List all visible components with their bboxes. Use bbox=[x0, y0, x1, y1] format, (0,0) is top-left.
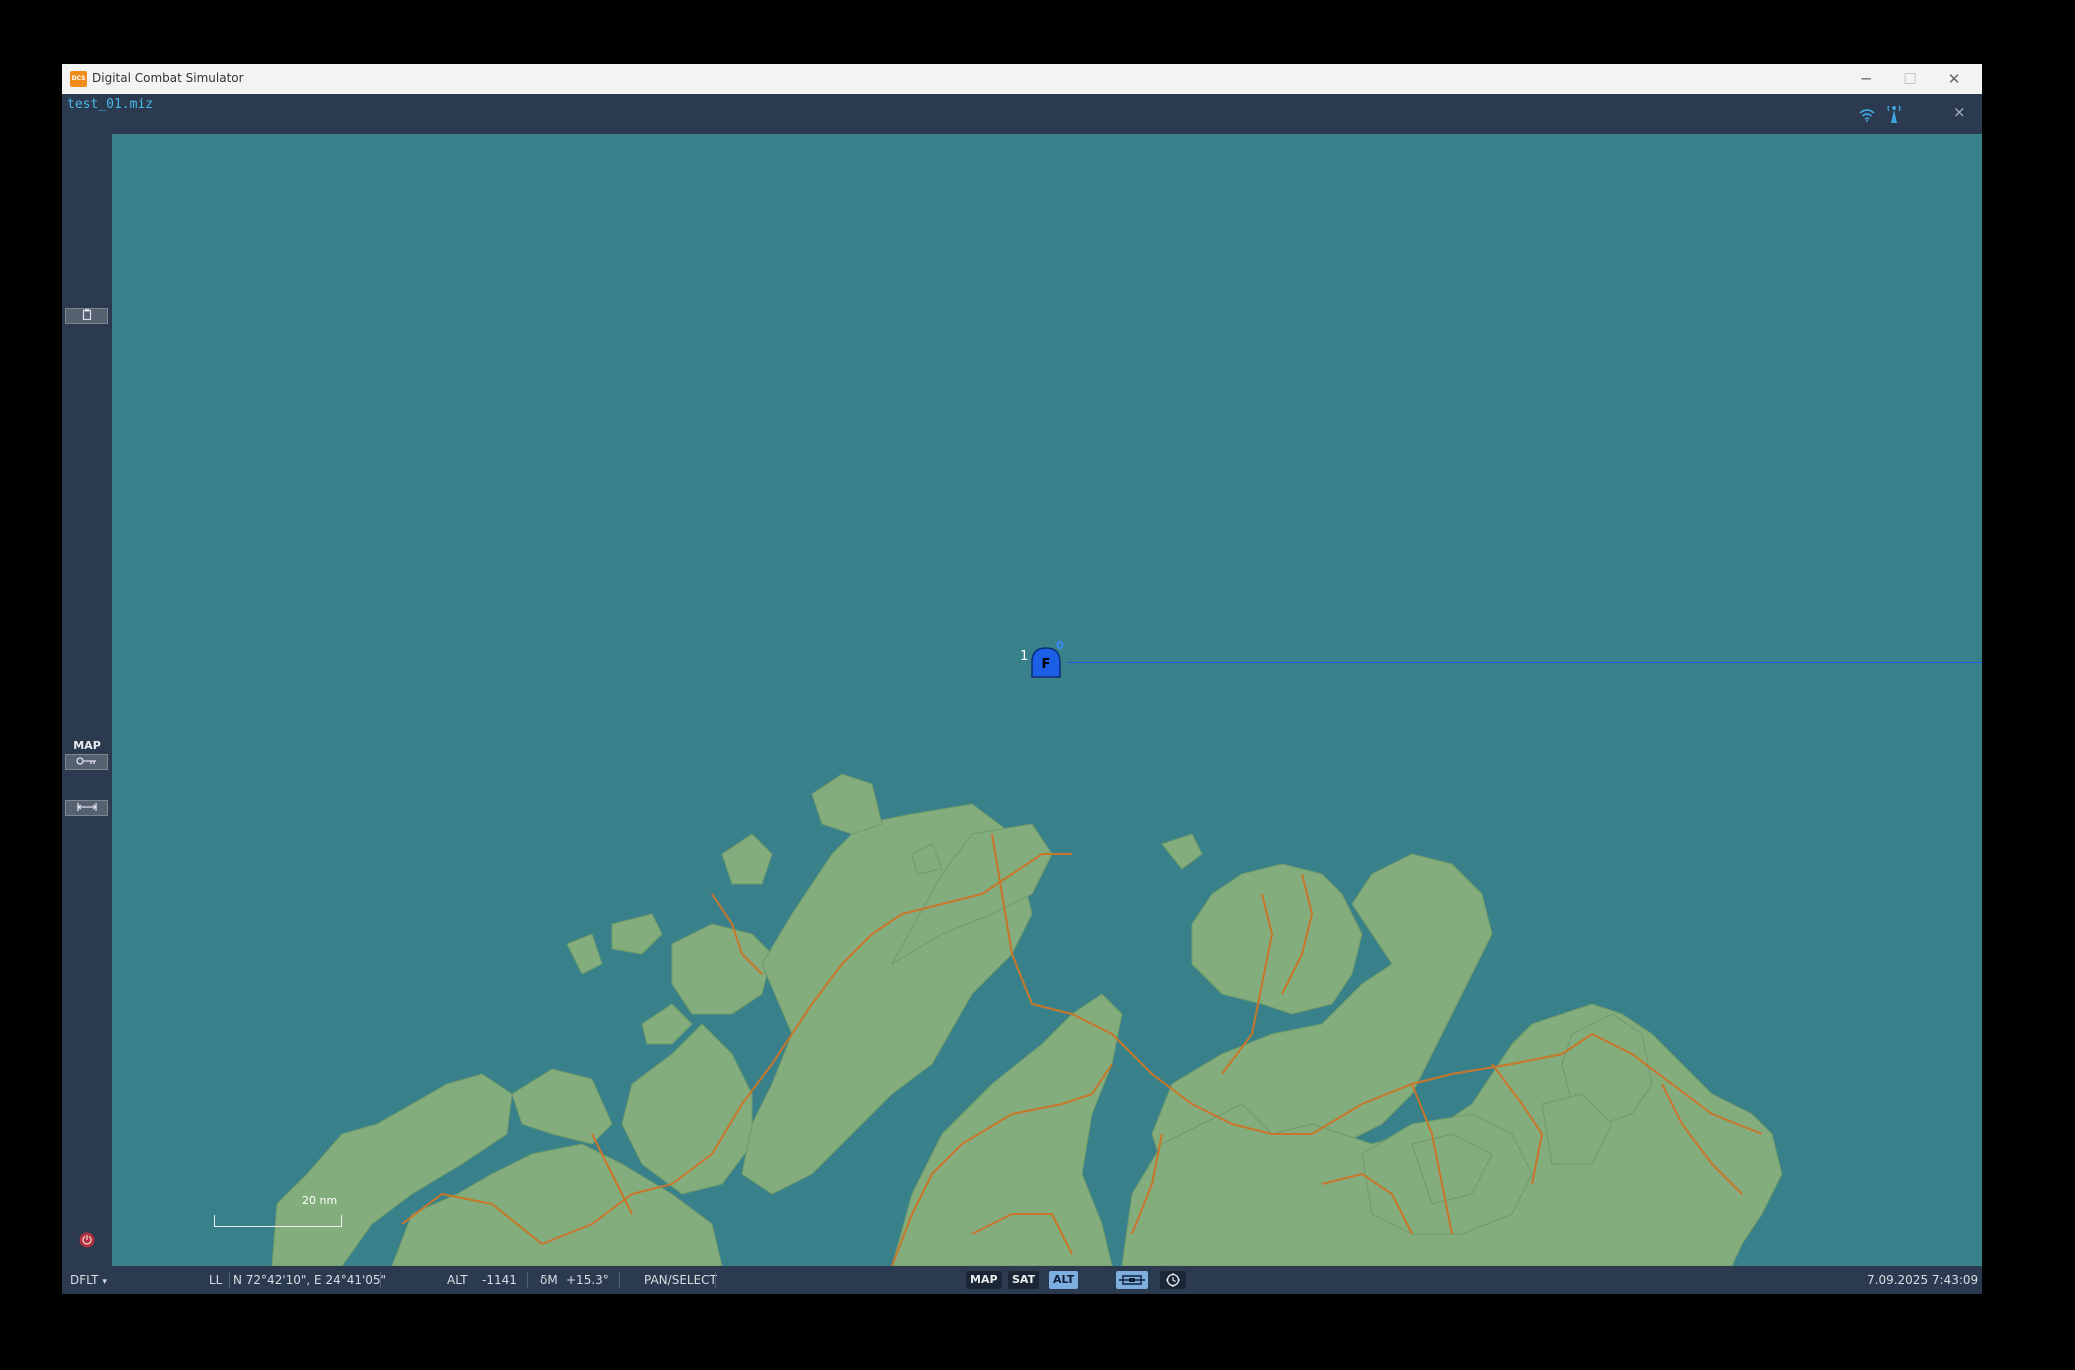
map-key-icon bbox=[75, 757, 96, 765]
minimize-button[interactable]: ─ bbox=[1844, 64, 1888, 94]
divider bbox=[380, 1272, 381, 1288]
landmass-north-cape-tip bbox=[1191, 863, 1363, 1015]
terrain-layer bbox=[271, 773, 1783, 1266]
alt-layer-button[interactable]: ALT bbox=[1049, 1271, 1079, 1289]
time-filter-button[interactable] bbox=[1160, 1271, 1186, 1289]
sat-layer-button[interactable]: SAT bbox=[1008, 1271, 1040, 1289]
wifi-icon[interactable] bbox=[1859, 107, 1875, 126]
close-button[interactable]: ✕ bbox=[1932, 64, 1976, 94]
mag-var-label: δM bbox=[540, 1273, 558, 1287]
alt-label: ALT bbox=[447, 1273, 468, 1287]
landmass-loppa bbox=[721, 833, 773, 885]
cursor-coordinates: N 72°42'10", E 24°41'05" bbox=[233, 1273, 387, 1287]
profile-value: DFLT bbox=[70, 1273, 99, 1287]
divider bbox=[715, 1272, 716, 1288]
unit-count-label: 1 bbox=[1020, 649, 1029, 664]
clock-gear-icon bbox=[1166, 1273, 1180, 1287]
map-layer-button[interactable]: MAP bbox=[966, 1271, 1002, 1289]
title-bar[interactable]: DCS Digital Combat Simulator ─ ☐ ✕ bbox=[62, 64, 1982, 94]
fighter-unit-marker[interactable]: F bbox=[1031, 646, 1061, 678]
chevron-down-icon: ▾ bbox=[102, 1277, 107, 1287]
clipboard-button[interactable] bbox=[65, 308, 108, 324]
mission-header: test_01.miz × bbox=[62, 94, 1982, 134]
mission-datetime: 7.09.2025 7:43:09 bbox=[1867, 1273, 1979, 1287]
profile-select[interactable]: DFLT ▾ bbox=[70, 1273, 107, 1287]
units-layer-icon bbox=[1119, 1275, 1145, 1285]
ruler-button[interactable] bbox=[65, 800, 108, 816]
landmass-island-group-2 bbox=[641, 1003, 693, 1045]
window-title: Digital Combat Simulator bbox=[92, 71, 244, 85]
app-icon: DCS bbox=[70, 71, 87, 87]
radio-tower-icon[interactable] bbox=[1887, 104, 1901, 128]
maximize-button[interactable]: ☐ bbox=[1888, 64, 1932, 94]
app-window: DCS Digital Combat Simulator ─ ☐ ✕ test_… bbox=[62, 64, 1982, 1294]
status-bar: DFLT ▾ LL N 72°42'10", E 24°41'05" ALT -… bbox=[62, 1266, 1982, 1294]
exit-button[interactable] bbox=[79, 1232, 95, 1252]
map-key-button[interactable] bbox=[65, 754, 108, 770]
scale-label: 20 nm bbox=[302, 1194, 338, 1207]
scale-bar bbox=[214, 1215, 342, 1227]
tool-mode: PAN/SELECT bbox=[644, 1273, 717, 1287]
unit-type-letter: F bbox=[1041, 657, 1051, 672]
units-layer-button[interactable] bbox=[1116, 1271, 1148, 1289]
divider bbox=[619, 1272, 620, 1288]
route-line bbox=[1067, 662, 1982, 663]
exit-icon bbox=[79, 1232, 95, 1248]
mission-filename: test_01.miz bbox=[67, 97, 154, 112]
mag-var-value: +15.3° bbox=[566, 1273, 609, 1287]
map-label: MAP bbox=[73, 739, 101, 752]
landmass-arnoya bbox=[611, 913, 663, 955]
landmass-seiland bbox=[621, 1023, 753, 1195]
map-view[interactable]: 1 0 F 20 nm bbox=[112, 134, 1982, 1266]
landmass-soroya bbox=[511, 1068, 613, 1145]
alt-value: -1141 bbox=[482, 1273, 517, 1287]
clipboard-icon bbox=[82, 309, 91, 321]
mission-close-button[interactable]: × bbox=[1953, 103, 1966, 121]
left-toolbar: MAP bbox=[62, 134, 112, 1266]
divider bbox=[229, 1272, 230, 1288]
coord-mode-toggle[interactable]: LL bbox=[209, 1273, 222, 1287]
ruler-icon bbox=[76, 803, 97, 811]
divider bbox=[527, 1272, 528, 1288]
